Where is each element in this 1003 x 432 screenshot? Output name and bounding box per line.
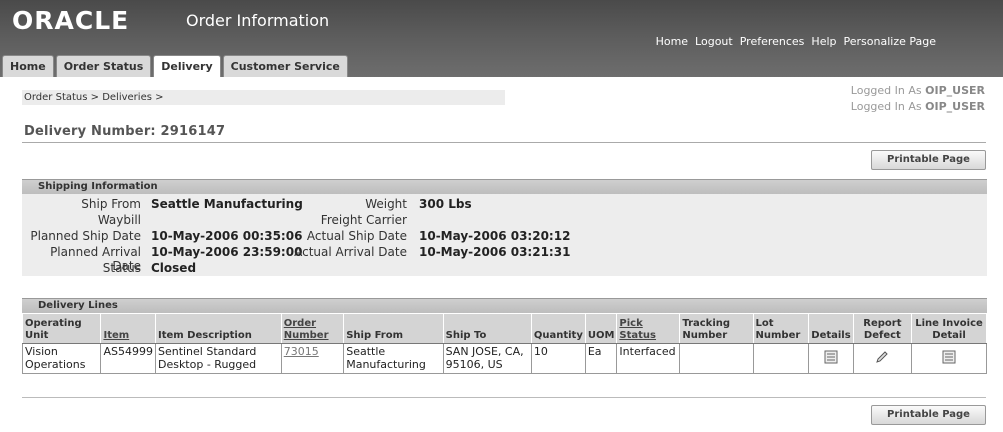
cell-order-number: 73015 [280, 343, 345, 374]
planned-ship-date-label: Planned Ship Date [30, 229, 141, 243]
global-link-preferences[interactable]: Preferences [740, 35, 805, 48]
global-link-logout[interactable]: Logout [695, 35, 733, 48]
tab-delivery[interactable]: Delivery [153, 55, 221, 78]
app-title: Order Information [186, 11, 330, 30]
printable-page-button[interactable]: Printable Page [871, 150, 986, 170]
title-divider [22, 142, 986, 143]
details-icon[interactable] [824, 350, 838, 364]
pencil-icon[interactable] [875, 350, 889, 364]
logged-in-label: Logged In As [850, 100, 922, 113]
oracle-logo: ORACLE [12, 6, 130, 35]
ship-from-label: Ship From [81, 197, 141, 211]
tab-order-status[interactable]: Order Status [55, 55, 152, 77]
cell-item: AS54999 [100, 343, 156, 374]
col-order-number[interactable]: Order Number [280, 313, 345, 344]
col-item[interactable]: Item [100, 313, 156, 344]
actual-arrival-date-value: 10-May-2006 03:21:31 [419, 245, 571, 259]
breadcrumb[interactable]: Order Status > Deliveries > [22, 90, 505, 105]
actual-arrival-date-label: Actual Arrival Date [294, 245, 407, 259]
table-row: Vision Operations AS54999 Sentinel Stand… [21, 343, 987, 374]
logged-in-user: OIP_USER [925, 100, 985, 113]
cell-tracking-number [679, 343, 754, 374]
planned-ship-date-value: 10-May-2006 00:35:06 [151, 229, 303, 243]
cell-ship-from: Seattle Manufacturing [343, 343, 444, 374]
status-value: Closed [151, 261, 197, 275]
cell-quantity: 10 [530, 343, 586, 374]
col-tracking-number: Tracking Number [679, 313, 754, 344]
actual-ship-date-label: Actual Ship Date [306, 229, 407, 243]
cell-details [808, 343, 854, 374]
col-item-description: Item Description [154, 313, 282, 344]
invoice-icon[interactable] [942, 350, 956, 364]
col-line-invoice-detail: Line Invoice Detail [911, 313, 987, 344]
global-link-home[interactable]: Home [656, 35, 688, 48]
col-ship-from: Ship From [343, 313, 444, 344]
cell-ship-to: SAN JOSE, CA, 95106, US [442, 343, 532, 374]
col-lot-number: Lot Number [752, 313, 810, 344]
header-bar: ORACLE Order Information Home Logout Pre… [0, 0, 1003, 78]
col-uom: UOM [584, 313, 618, 344]
footer-divider [22, 397, 986, 398]
delivery-lines-table: Operating Unit Item Item Description Ord… [21, 313, 987, 374]
cell-uom: Ea [584, 343, 618, 374]
global-link-help[interactable]: Help [811, 35, 836, 48]
tabbar-divider [0, 77, 1003, 81]
printable-page-button[interactable]: Printable Page [871, 405, 986, 425]
col-pick-status[interactable]: Pick Status [616, 313, 681, 344]
status-label: Status [102, 261, 141, 275]
col-report-defect: Report Defect [852, 313, 913, 344]
delivery-lines-section: Delivery Lines Operating Unit Item Item … [21, 298, 987, 374]
shipping-information-section: Shipping Information Ship From Seattle M… [22, 179, 987, 276]
section-header: Delivery Lines [22, 298, 987, 313]
weight-label: Weight [365, 197, 407, 211]
cell-lot-number [752, 343, 810, 374]
col-operating-unit: Operating Unit [21, 313, 102, 344]
tab-home[interactable]: Home [2, 55, 54, 77]
actual-ship-date-value: 10-May-2006 03:20:12 [419, 229, 571, 243]
cell-report-defect [852, 343, 913, 374]
col-ship-to: Ship To [442, 313, 532, 344]
cell-line-invoice-detail [911, 343, 987, 374]
logged-in-label: Logged In As [850, 84, 922, 97]
page-title: Delivery Number: 2916147 [24, 124, 226, 139]
table-header-row: Operating Unit Item Item Description Ord… [21, 313, 987, 344]
waybill-label: Waybill [97, 213, 141, 227]
global-links: Home Logout Preferences Help Personalize… [656, 35, 936, 48]
global-link-personalize-page[interactable]: Personalize Page [844, 35, 937, 48]
cell-pick-status: Interfaced [616, 343, 681, 374]
shipping-details: Ship From Seattle Manufacturing Waybill … [22, 194, 987, 276]
tab-bar: Home Order Status Delivery Customer Serv… [2, 55, 348, 78]
planned-arrival-date-value: 10-May-2006 23:59:00 [151, 245, 303, 259]
col-quantity: Quantity [530, 313, 586, 344]
col-details: Details [808, 313, 854, 344]
logged-in-status: Logged In As OIP_USER [851, 84, 985, 97]
tab-customer-service[interactable]: Customer Service [222, 55, 348, 77]
ship-from-value: Seattle Manufacturing [151, 197, 303, 211]
cell-item-description: Sentinel Standard Desktop - Rugged [154, 343, 282, 374]
logged-in-user: OIP_USER [925, 84, 985, 97]
weight-value: 300 Lbs [419, 197, 472, 211]
section-header: Shipping Information [22, 179, 987, 194]
cell-operating-unit: Vision Operations [21, 343, 102, 374]
order-number-link[interactable]: 73015 [284, 345, 319, 358]
freight-carrier-label: Freight Carrier [320, 213, 407, 227]
logged-in-status: Logged In As OIP_USER [851, 100, 985, 113]
